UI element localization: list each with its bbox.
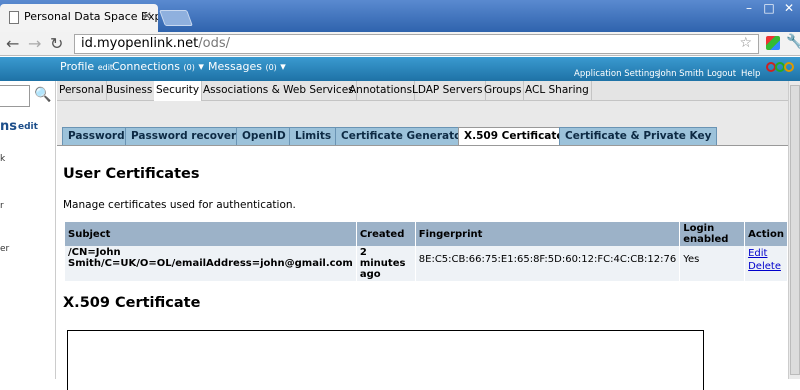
messages-menu[interactable]: Messages (0) ▾ [208, 60, 286, 73]
x509-heading: X.509 Certificate [63, 295, 201, 311]
close-tab-icon[interactable]: ✕ [142, 9, 152, 23]
tab-title: Personal Data Space Exp [24, 10, 158, 23]
back-icon[interactable]: ← [6, 34, 19, 53]
column-header: Login enabled [680, 222, 745, 246]
page-icon [9, 11, 19, 24]
subtab-password[interactable]: Password [62, 127, 131, 145]
connections-menu[interactable]: Connections (0) ▾ [112, 60, 204, 73]
reload-icon[interactable]: ↻ [50, 34, 63, 53]
column-header: Fingerprint [415, 222, 680, 246]
column-header: Created [356, 222, 415, 246]
scrollbar-thumb[interactable] [790, 85, 800, 375]
sidebar-edit-link[interactable]: edit [18, 122, 38, 132]
content-area: User Certificates Manage certificates us… [57, 145, 788, 390]
tab-acl-sharing[interactable]: ACL Sharing [523, 81, 592, 101]
forward-icon[interactable]: → [28, 34, 41, 53]
tab-groups[interactable]: Groups [482, 81, 525, 101]
sidebar-item[interactable]: er [0, 244, 9, 254]
vertical-scrollbar[interactable] [788, 81, 800, 379]
subtab-limits[interactable]: Limits [289, 127, 338, 145]
sidebar-item[interactable]: r [0, 201, 4, 211]
main-panel: Personal Business Security Associations … [57, 81, 788, 390]
openlink-logo [766, 59, 796, 77]
subtab-password-recovery[interactable]: Password recovery [125, 127, 249, 145]
browser-toolbar: ← → ↻ id.myopenlink.net/ods/ ☆ 🔧 [0, 32, 800, 56]
chevron-down-icon: ▾ [198, 60, 204, 73]
tab-ldap-servers[interactable]: LDAP Servers [410, 81, 486, 101]
tab-personal[interactable]: Personal [57, 81, 107, 101]
section-tabs: Personal Business Security Associations … [57, 81, 788, 102]
user-name-link[interactable]: John Smith [658, 69, 704, 79]
cell-created: 2 minutes ago [356, 246, 415, 281]
application-settings-link[interactable]: Application Settings [574, 69, 659, 79]
certificate-textarea[interactable] [67, 330, 704, 390]
column-header: Action [745, 222, 787, 246]
subtab-certificate-generator[interactable]: Certificate Generator [335, 127, 473, 145]
cell-fingerprint: 8E:C5:CB:66:75:E1:65:8F:5D:60:12:FC:4C:C… [415, 246, 680, 281]
cell-subject: /CN=John Smith/C=UK/O=OL/emailAddress=jo… [65, 246, 356, 281]
address-bar[interactable]: id.myopenlink.net/ods/ ☆ [74, 34, 759, 54]
cell-login-enabled: Yes [680, 246, 745, 281]
table-row: /CN=John Smith/C=UK/O=OL/emailAddress=jo… [65, 246, 787, 281]
close-window-icon[interactable]: ✕ [778, 0, 800, 18]
help-link[interactable]: Help [741, 69, 760, 79]
extension-icon[interactable] [766, 36, 780, 50]
cell-action: Edit Delete [745, 246, 787, 281]
subtab-openid[interactable]: OpenID [236, 127, 292, 145]
browser-tab-strip: Personal Data Space Exp ✕ – □ ✕ [0, 0, 800, 32]
tab-associations[interactable]: Associations & Web Services [201, 81, 357, 101]
maximize-icon[interactable]: □ [758, 0, 780, 18]
chevron-down-icon: ▾ [280, 60, 286, 73]
page-description: Manage certificates used for authenticat… [63, 199, 296, 211]
new-tab-button[interactable] [159, 10, 193, 26]
bookmark-star-icon[interactable]: ☆ [739, 35, 752, 51]
subtab-certificate-private-key[interactable]: Certificate & Private Key [559, 127, 718, 145]
logout-link[interactable]: Logout [707, 69, 736, 79]
tab-business[interactable]: Business [104, 81, 156, 101]
search-icon[interactable]: 🔍 [34, 87, 51, 103]
tab-annotations[interactable]: Annotations [347, 81, 416, 101]
tab-security[interactable]: Security [154, 81, 203, 102]
ods-top-bar: Profile edit Connections (0) ▾ Messages … [0, 57, 800, 81]
sidebar: 🔍 ns edit k r er [0, 81, 56, 379]
sidebar-title: ns [0, 119, 17, 134]
url-path: /ods/ [198, 36, 231, 51]
profile-link[interactable]: Profile edit [60, 60, 113, 73]
edit-link[interactable]: Edit [748, 247, 784, 260]
search-input[interactable] [0, 85, 30, 107]
column-header: Subject [65, 222, 356, 246]
page-title: User Certificates [63, 166, 200, 182]
sidebar-item[interactable]: k [0, 154, 5, 164]
delete-link[interactable]: Delete [748, 260, 784, 273]
table-header-row: Subject Created Fingerprint Login enable… [65, 222, 787, 246]
certificates-table: Subject Created Fingerprint Login enable… [64, 222, 788, 281]
wrench-icon[interactable]: 🔧 [786, 34, 800, 50]
browser-tab[interactable]: Personal Data Space Exp ✕ [0, 4, 158, 32]
url-host: id.myopenlink.net [81, 36, 199, 51]
minimize-icon[interactable]: – [738, 0, 760, 18]
security-subtab-bar: Password Password recovery OpenID Limits… [57, 101, 788, 146]
profile-edit-link[interactable]: edit [98, 63, 113, 72]
